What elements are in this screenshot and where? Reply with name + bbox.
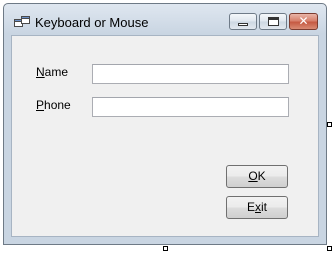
form-designer-surface: Keyboard or Mouse ✕ Name Phone OK Exit (0, 0, 334, 254)
form-client-area: Name Phone OK Exit (11, 35, 319, 237)
name-input[interactable] (92, 64, 289, 84)
exit-button[interactable]: Exit (226, 196, 288, 219)
maximize-icon (268, 17, 279, 26)
minimize-button[interactable] (229, 13, 257, 30)
title-bar[interactable]: Keyboard or Mouse ✕ (4, 4, 326, 35)
name-label: Name (36, 65, 69, 79)
resize-handle-right[interactable] (327, 122, 332, 127)
form-window: Keyboard or Mouse ✕ Name Phone OK Exit (3, 3, 327, 245)
close-icon: ✕ (298, 14, 309, 28)
window-title: Keyboard or Mouse (35, 15, 149, 30)
resize-handle-bottom[interactable] (163, 246, 168, 251)
phone-label: Phone (36, 98, 71, 112)
phone-input[interactable] (92, 97, 289, 117)
close-button[interactable]: ✕ (289, 13, 318, 30)
form-icon (14, 16, 30, 27)
ok-button-accelerator: O (248, 169, 258, 183)
resize-handle-corner[interactable] (327, 246, 332, 251)
maximize-button[interactable] (259, 13, 287, 30)
ok-button[interactable]: OK (226, 165, 288, 188)
minimize-icon (238, 23, 248, 26)
phone-label-accelerator: P (36, 98, 45, 112)
name-label-accelerator: N (36, 65, 45, 79)
